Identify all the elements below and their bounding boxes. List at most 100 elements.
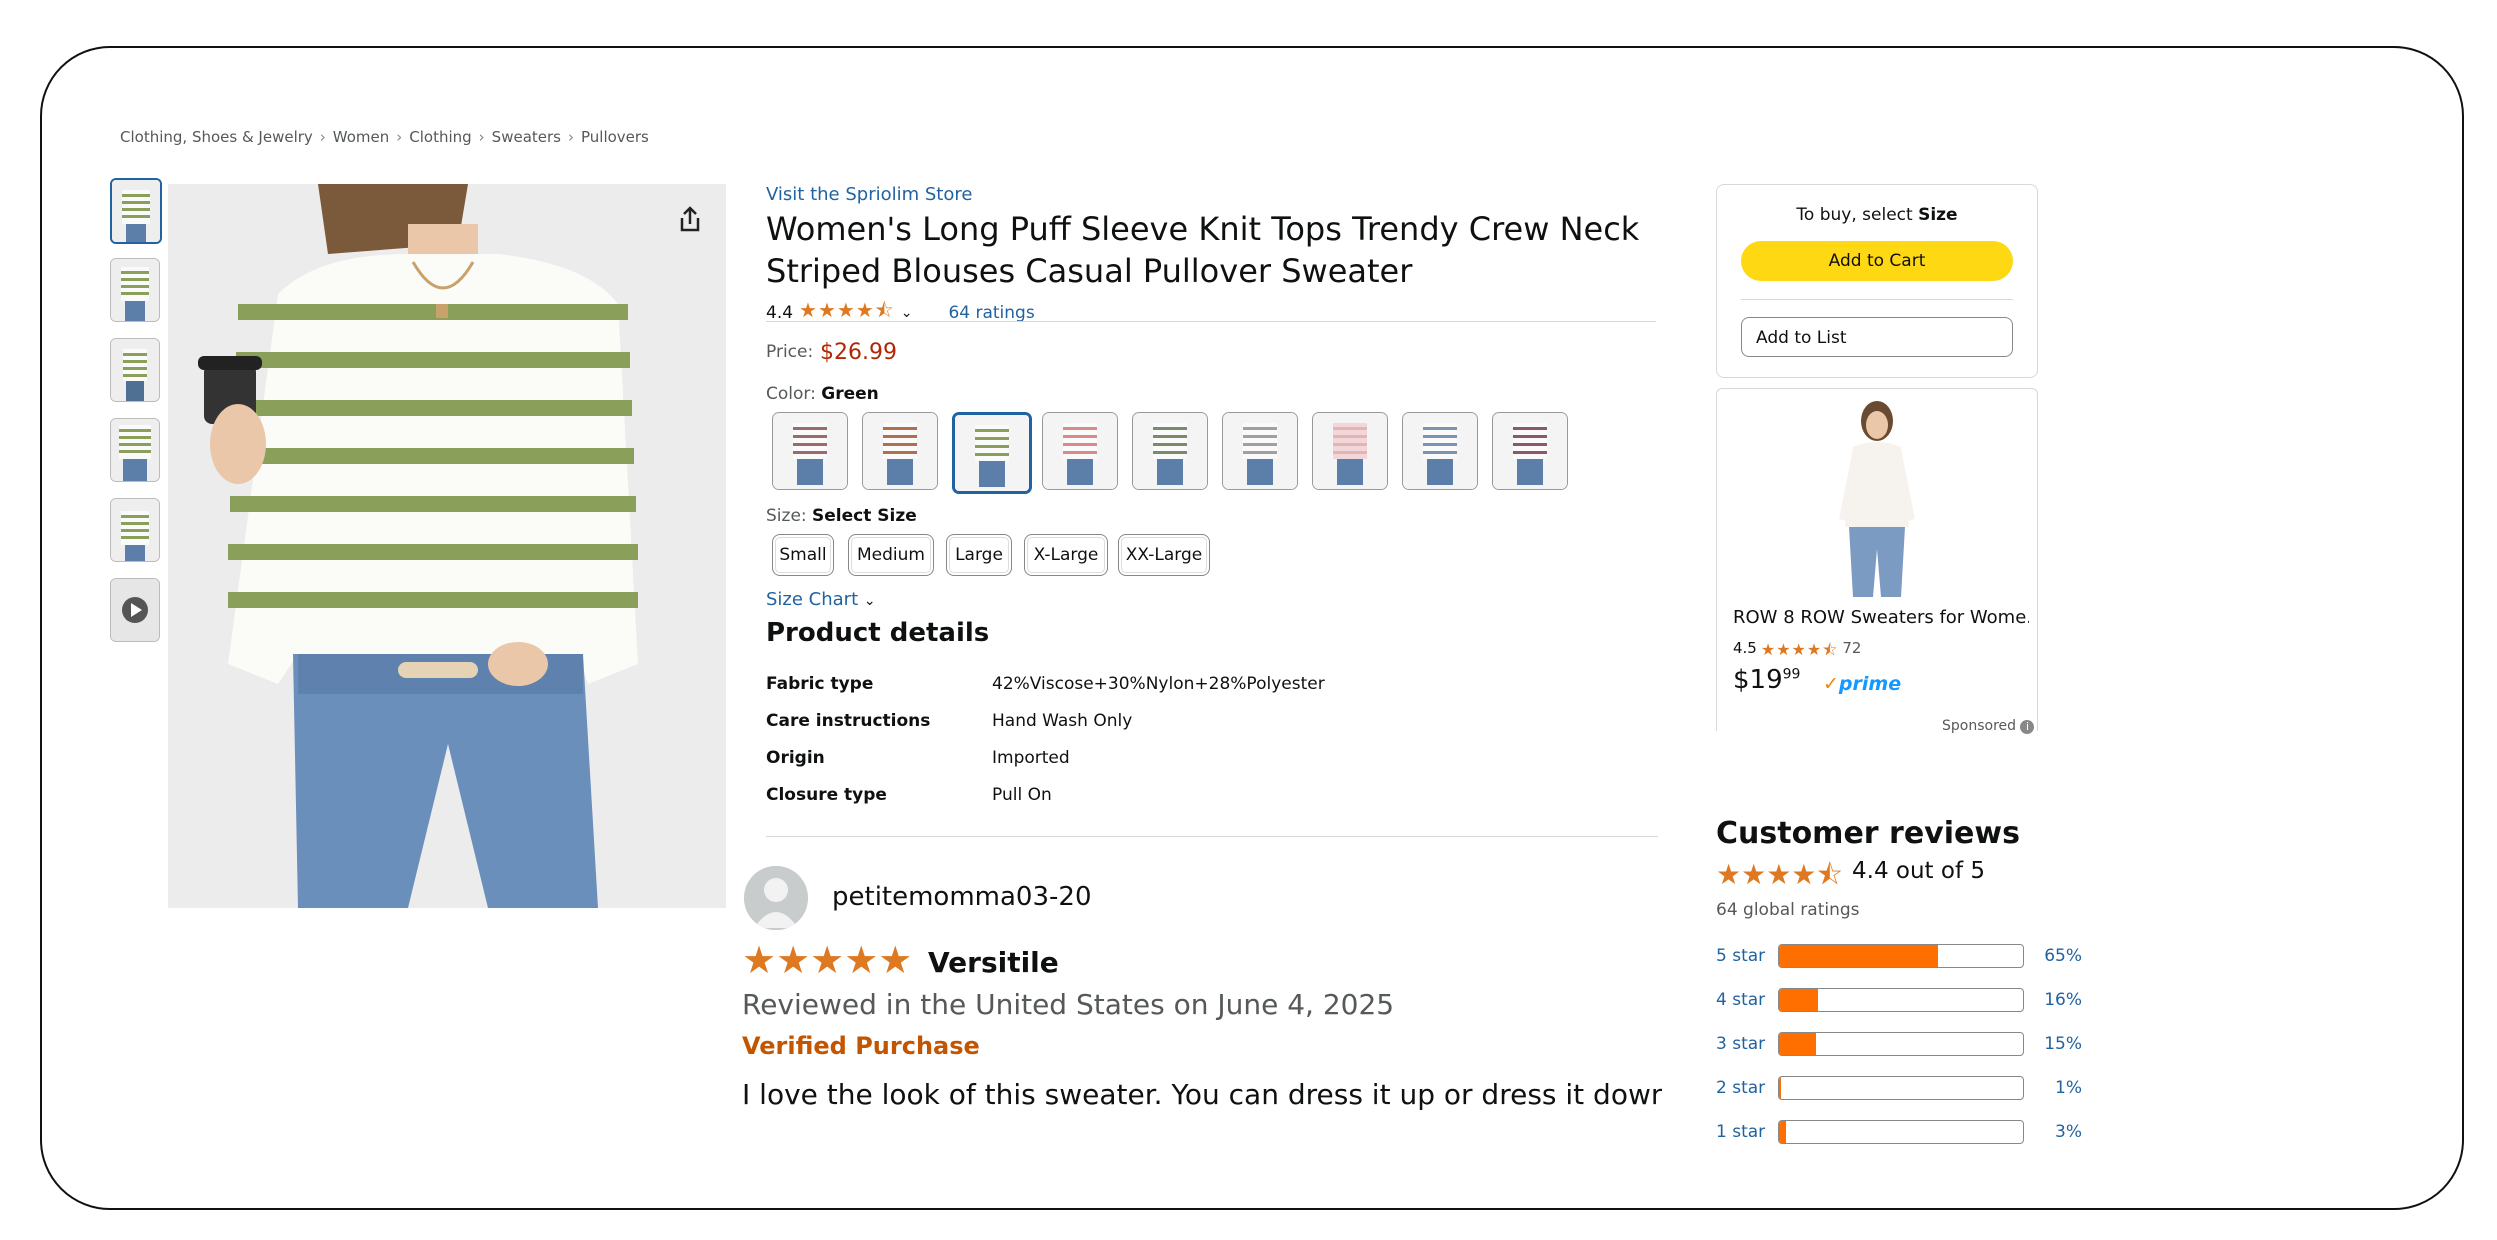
avatar — [744, 866, 808, 930]
ad-price-whole: $19 — [1733, 665, 1783, 695]
sponsored-ad-card[interactable]: ROW 8 ROW Sweaters for Wome... 4.5 ★★★★⯪… — [1716, 388, 2038, 731]
histogram-label[interactable]: 4 star — [1716, 990, 1765, 1010]
price-label: Price: — [766, 342, 814, 362]
review-title[interactable]: Versitile — [928, 946, 1059, 979]
review-text: I love the look of this sweater. You can… — [742, 1078, 1662, 1111]
size-option-large[interactable]: Large — [946, 534, 1012, 576]
buy-instruction: To buy, select Size — [1717, 205, 2037, 225]
swatch-image — [863, 413, 937, 489]
share-icon[interactable] — [670, 200, 710, 240]
color-swatch[interactable] — [1132, 412, 1208, 490]
size-option-xx-large[interactable]: XX-Large — [1118, 534, 1210, 576]
color-swatch[interactable] — [1222, 412, 1298, 490]
breadcrumb-item[interactable]: Pullovers — [581, 128, 649, 146]
detail-value: Hand Wash Only — [992, 711, 1133, 731]
histogram-percent[interactable]: 15% — [2036, 1034, 2082, 1054]
divider — [766, 836, 1658, 837]
breadcrumb-item[interactable]: Sweaters — [492, 128, 561, 146]
prime-badge: ✓prime — [1823, 673, 1901, 695]
ad-rating-value: 4.5 — [1733, 639, 1757, 657]
rating-histogram-row[interactable]: 3 star 15% — [1716, 1032, 2086, 1058]
sweater-thumbnail-image — [111, 259, 159, 321]
histogram-label[interactable]: 5 star — [1716, 946, 1765, 966]
swatch-image — [1493, 413, 1567, 489]
ad-rating-count[interactable]: 72 — [1842, 639, 1861, 666]
histogram-bar[interactable] — [1778, 944, 2024, 968]
color-swatch[interactable] — [1492, 412, 1568, 490]
image-thumbnail[interactable] — [110, 258, 160, 322]
rating-histogram-row[interactable]: 5 star 65% — [1716, 944, 2086, 970]
rating-histogram-row[interactable]: 2 star 1% — [1716, 1076, 2086, 1102]
play-icon — [111, 579, 159, 641]
swatch-image — [1223, 413, 1297, 489]
ratings-count-link[interactable]: 64 ratings — [948, 303, 1034, 323]
star-rating-icon: ★★★★⯪ — [1716, 858, 1843, 891]
main-product-image[interactable] — [168, 184, 726, 908]
histogram-fill — [1779, 1121, 1787, 1143]
ad-product-title[interactable]: ROW 8 ROW Sweaters for Wome... — [1733, 607, 2029, 628]
histogram-percent[interactable]: 16% — [2036, 990, 2082, 1010]
chevron-down-icon[interactable]: ⌄ — [901, 305, 913, 321]
color-swatch[interactable] — [772, 412, 848, 490]
image-thumbnail[interactable] — [110, 418, 160, 482]
sponsored-label[interactable]: Sponsored i — [1942, 718, 2035, 734]
breadcrumb: Clothing, Shoes & Jewelry › Women › Clothing… — [120, 128, 649, 146]
rating-histogram-row[interactable]: 4 star 16% — [1716, 988, 2086, 1014]
size-option-x-large[interactable]: X-Large — [1024, 534, 1108, 576]
histogram-percent[interactable]: 65% — [2036, 946, 2082, 966]
ad-sweater-image — [1817, 399, 1937, 599]
browser-frame: Clothing, Shoes & Jewelry › Women › Clothing… — [40, 46, 2464, 1210]
chevron-down-icon: ⌄ — [863, 593, 876, 609]
customer-reviews-heading: Customer reviews — [1716, 816, 2020, 851]
color-swatch[interactable] — [1312, 412, 1388, 490]
size-chart-link[interactable]: Size Chart ⌄ — [766, 589, 876, 610]
histogram-fill — [1779, 989, 1819, 1011]
add-to-cart-button[interactable]: Add to Cart — [1741, 241, 2013, 281]
info-icon[interactable]: i — [2020, 720, 2035, 734]
color-swatch[interactable] — [1042, 412, 1118, 490]
product-title: Women's Long Puff Sleeve Knit Tops Trend… — [766, 208, 1646, 292]
price: $26.99 — [820, 340, 897, 365]
breadcrumb-separator: › — [319, 128, 326, 146]
rating-histogram-row[interactable]: 1 star 3% — [1716, 1120, 2086, 1146]
size-option-small[interactable]: Small — [772, 534, 834, 576]
reviewer-name[interactable]: petitemomma03-20 — [832, 882, 1091, 912]
selected-size: Select Size — [812, 506, 917, 526]
histogram-bar[interactable] — [1778, 1032, 2024, 1056]
detail-key: Care instructions — [766, 711, 931, 731]
size-label-text: Size: — [766, 506, 807, 526]
color-swatch-selected[interactable] — [952, 412, 1032, 494]
image-thumbnail[interactable] — [110, 338, 160, 402]
histogram-bar[interactable] — [1778, 988, 2024, 1012]
color-swatch[interactable] — [862, 412, 938, 490]
histogram-fill — [1779, 1033, 1816, 1055]
histogram-label[interactable]: 1 star — [1716, 1122, 1765, 1142]
breadcrumb-item[interactable]: Clothing, Shoes & Jewelry — [120, 128, 313, 146]
histogram-label[interactable]: 3 star — [1716, 1034, 1765, 1054]
breadcrumb-separator: › — [396, 128, 403, 146]
ad-rating: 4.5 ★★★★⯪ 72 — [1733, 639, 1861, 666]
image-thumbnail[interactable] — [110, 498, 160, 562]
histogram-fill — [1779, 945, 1938, 967]
histogram-percent[interactable]: 3% — [2036, 1122, 2082, 1142]
detail-value: Pull On — [992, 785, 1052, 805]
histogram-percent[interactable]: 1% — [2036, 1078, 2082, 1098]
product-title-line: Women's Long Puff Sleeve Knit Tops Trend… — [766, 210, 1640, 248]
add-to-list-button[interactable]: Add to List — [1741, 317, 2013, 357]
ad-product-image[interactable] — [1817, 399, 1937, 599]
image-thumbnail[interactable] — [110, 178, 162, 244]
breadcrumb-item[interactable]: Clothing — [409, 128, 471, 146]
user-avatar-icon — [744, 866, 808, 930]
product-title-line: Striped Blouses Casual Pullover Sweater — [766, 252, 1413, 290]
sweater-thumbnail-image — [111, 339, 159, 401]
size-option-medium[interactable]: Medium — [848, 534, 934, 576]
histogram-bar[interactable] — [1778, 1076, 2024, 1100]
breadcrumb-item[interactable]: Women — [333, 128, 389, 146]
color-swatch[interactable] — [1402, 412, 1478, 490]
detail-key: Closure type — [766, 785, 887, 805]
histogram-label[interactable]: 2 star — [1716, 1078, 1765, 1098]
video-thumbnail[interactable] — [110, 578, 160, 642]
store-link[interactable]: Visit the Spriolim Store — [766, 184, 972, 205]
histogram-bar[interactable] — [1778, 1120, 2024, 1144]
star-rating-icon[interactable]: ★★★★⯪ — [799, 296, 895, 330]
